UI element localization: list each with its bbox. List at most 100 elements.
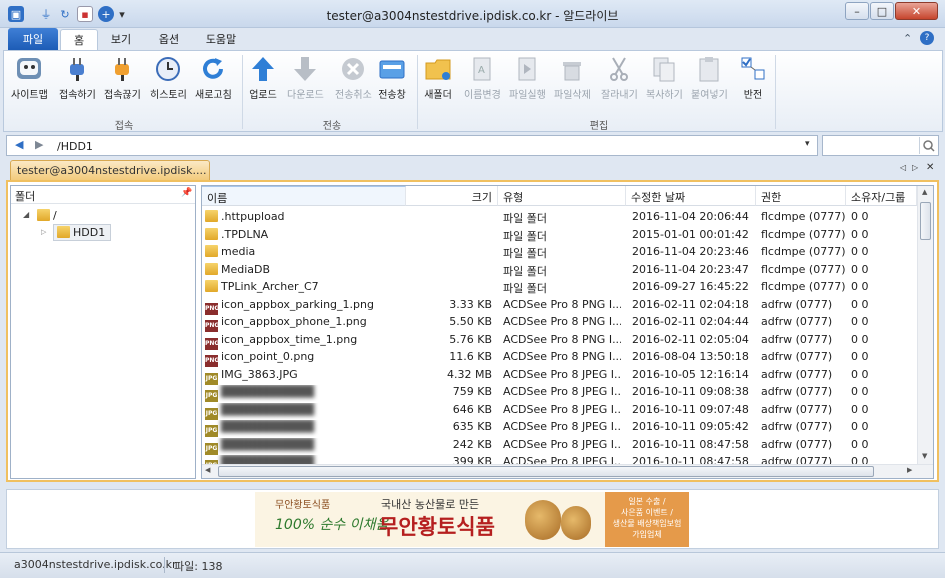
banner-side-line: 생산물 배상책임보험 (612, 519, 682, 528)
cancel-transfer-button[interactable]: 전송취소 (335, 55, 372, 101)
ribbon: 사이트맵 접속하기 접속끊기 히스토리 새로고침 접속 업로드 다운로드 전송취… (3, 50, 943, 132)
banner-line2: 무안황토식품 (379, 515, 495, 539)
plug-disconnect-icon (108, 55, 136, 83)
vertical-scroll-thumb[interactable] (920, 202, 931, 240)
run-file-button[interactable]: 파일실행 (509, 55, 546, 101)
scroll-left-icon[interactable]: ◀ (205, 466, 210, 474)
horizontal-scroll-thumb[interactable] (218, 466, 874, 477)
scroll-up-icon[interactable]: ▲ (922, 188, 927, 196)
address-path[interactable]: /HDD1 (57, 140, 93, 153)
table-row[interactable]: media 파일 폴더 2016-11-04 20:23:46 flcdmpe (07… (202, 243, 916, 261)
cell-owner: 0 0 (851, 210, 869, 223)
pin-icon[interactable]: 📌 (181, 188, 192, 198)
forward-arrow-icon[interactable]: ▶ (35, 138, 43, 151)
column-header-size[interactable]: 크기 (406, 186, 498, 206)
table-row[interactable]: PNG icon_point_0.png 11.6 KB ACDSee Pro 8 P… (202, 348, 916, 367)
invert-selection-button[interactable]: 반전 (739, 55, 767, 101)
group-label-connect: 접속 (114, 121, 134, 132)
expand-arrow-icon[interactable]: ▷ (41, 228, 46, 236)
vertical-scrollbar[interactable]: ▲ ▼ (917, 186, 933, 464)
download-arrow-icon (291, 55, 319, 83)
tree-item-root[interactable]: / (37, 209, 57, 222)
tab-view[interactable]: 보기 (100, 28, 142, 50)
delete-file-button[interactable]: 파일삭제 (554, 55, 591, 101)
folder-icon (205, 210, 218, 222)
column-header-owner[interactable]: 소유자/그룹 (846, 186, 917, 206)
tab-home[interactable]: 홈 (60, 29, 98, 50)
minimize-button[interactable]: – (845, 2, 869, 20)
column-header-name[interactable]: 이름 ⌃ (202, 186, 406, 206)
help-icon[interactable]: ? (920, 31, 934, 45)
sitemap-button[interactable]: 사이트맵 (11, 55, 48, 101)
cell-perm: adfrw (0777) (761, 420, 833, 433)
maximize-button[interactable]: □ (870, 2, 894, 20)
collapse-arrow-icon[interactable]: ◢ (23, 210, 29, 219)
history-button[interactable]: 히스토리 (150, 55, 187, 101)
copy-button[interactable]: 복사하기 (646, 55, 683, 101)
new-folder-button[interactable]: 새폴더 (424, 55, 452, 101)
table-row[interactable]: JPG ███████████ 635 KB ACDSee Pro 8 JPEG I.… (202, 418, 916, 437)
status-file-count: 파일: 138 (174, 560, 223, 573)
cell-owner: 0 0 (851, 297, 869, 311)
back-arrow-icon[interactable]: ◀ (15, 138, 23, 151)
column-header-permission[interactable]: 권한 (756, 186, 846, 206)
tab-scroll-left-icon[interactable]: ◁ (900, 163, 906, 172)
search-icon[interactable] (919, 137, 937, 154)
table-row[interactable]: .TPDLNA 파일 폴더 2015-01-01 00:01:42 flcdmpe (… (202, 226, 916, 244)
banner-side-line: 사은품 이벤트 / (621, 508, 673, 517)
refresh-button[interactable]: 새로고침 (195, 55, 232, 101)
cell-type: 파일 폴더 (503, 282, 547, 295)
folder-icon (205, 227, 218, 240)
table-row[interactable]: MediaDB 파일 폴더 2016-11-04 20:23:47 flcdmpe (… (202, 261, 916, 279)
horizontal-scrollbar[interactable]: ◀ ▶ (202, 464, 933, 478)
scroll-right-icon[interactable]: ▶ (907, 466, 912, 474)
search-input[interactable] (822, 135, 939, 156)
cell-type: ACDSee Pro 8 JPEG I... (503, 385, 621, 398)
tree-item-hdd1-label: HDD1 (73, 226, 106, 239)
table-row[interactable]: JPG IMG_3863.JPG 4.32 MB ACDSee Pro 8 JPEG … (202, 366, 916, 385)
address-dropdown-icon[interactable]: ▾ (805, 139, 810, 149)
sitemap-label: 사이트맵 (11, 90, 48, 101)
ribbon-collapse-icon[interactable]: ⌃ (903, 32, 912, 45)
banner-side-line: 일본 수출 / (628, 497, 666, 506)
table-row[interactable]: PNG icon_appbox_time_1.png 5.76 KB ACDSee P… (202, 331, 916, 350)
rename-button[interactable]: A 이름변경 (464, 55, 501, 101)
table-row[interactable]: JPG███████████ 399 KB ACDSee Pro 8 JPEG I.… (202, 453, 916, 464)
delete-file-label: 파일삭제 (554, 90, 591, 101)
connect-button[interactable]: 접속하기 (59, 55, 96, 101)
tab-options[interactable]: 옵션 (146, 28, 192, 50)
paste-button[interactable]: 붙여넣기 (691, 55, 728, 101)
cut-button[interactable]: 잘라내기 (601, 55, 638, 101)
tree-item-hdd1[interactable]: HDD1 (53, 224, 111, 241)
connection-tab[interactable]: tester@a3004nstestdrive.ipdisk.... (10, 160, 210, 181)
scroll-down-icon[interactable]: ▼ (922, 452, 927, 460)
table-row[interactable]: JPG ███████████ 759 KB ACDSee Pro 8 JPEG I.… (202, 383, 916, 402)
column-header-date[interactable]: 수정한 날짜 (626, 186, 756, 206)
table-row[interactable]: PNG icon_appbox_phone_1.png 5.50 KB ACDSee … (202, 313, 916, 332)
ad-banner[interactable]: 무안황토식품 100% 순수 이채움 국내산 농산물로 만든 무안황토식품 일본… (255, 492, 689, 547)
table-row[interactable]: TPLink_Archer_C7 파일 폴더 2016-09-27 16:45:22… (202, 278, 916, 296)
connection-tab-label: tester@a3004nstestdrive.ipdisk.... (17, 164, 207, 177)
tab-scroll-right-icon[interactable]: ▷ (912, 163, 918, 172)
folder-icon (57, 226, 70, 238)
address-bar[interactable]: ◀ ▶ /HDD1 ▾ (6, 135, 818, 156)
table-row[interactable]: JPG ███████████ 646 KB ACDSee Pro 8 JPEG I.… (202, 401, 916, 420)
group-label-edit: 편집 (589, 121, 609, 132)
svg-text:A: A (478, 65, 485, 76)
table-row[interactable]: JPG ███████████ 242 KB ACDSee Pro 8 JPEG I.… (202, 436, 916, 455)
tab-close-icon[interactable]: ✕ (926, 162, 934, 173)
table-row[interactable]: PNG icon_appbox_parking_1.png 3.33 KB ACDSe… (202, 296, 916, 315)
close-button[interactable]: ✕ (895, 2, 938, 20)
table-row[interactable]: .httpupload 파일 폴더 2016-11-04 20:06:44 flcdm… (202, 208, 916, 226)
upload-button[interactable]: 업로드 (249, 55, 277, 101)
tab-help[interactable]: 도움말 (196, 28, 246, 50)
cell-size: 399 KB (452, 455, 492, 464)
column-header-type[interactable]: 유형 (498, 186, 626, 206)
file-name: icon_appbox_parking_1.png (221, 297, 374, 311)
tab-file[interactable]: 파일 (8, 28, 58, 50)
upload-arrow-icon (249, 55, 277, 83)
file-name: icon_appbox_phone_1.png (221, 315, 367, 328)
download-button[interactable]: 다운로드 (287, 55, 324, 101)
disconnect-button[interactable]: 접속끊기 (104, 55, 141, 101)
transfer-window-button[interactable]: 전송창 (378, 55, 406, 101)
